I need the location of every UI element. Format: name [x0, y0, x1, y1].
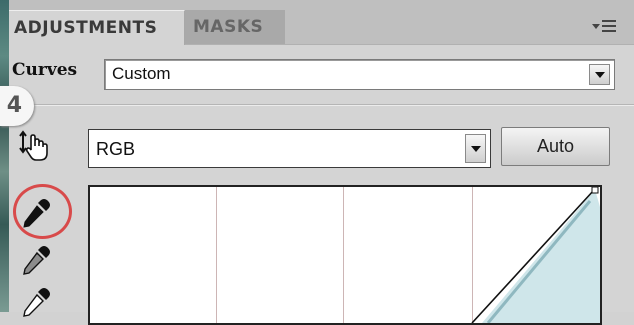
- channel-value: RGB: [96, 139, 136, 159]
- chevron-down-icon: [594, 71, 605, 78]
- eyedropper-white-icon[interactable]: [18, 284, 54, 320]
- highlight-ring: [13, 184, 72, 239]
- background-image-strip: [0, 0, 9, 312]
- chevron-down-icon: [470, 145, 481, 152]
- panel-menu-bar-1: [602, 20, 616, 22]
- preset-dropdown-button[interactable]: [589, 64, 610, 85]
- adjustments-panel: ADJUSTMENTS MASKS Curves Custom 4 RGB Au…: [0, 0, 634, 325]
- curves-graph[interactable]: [88, 185, 602, 325]
- step-badge: 4: [0, 86, 34, 126]
- tab-masks[interactable]: MASKS: [185, 10, 285, 44]
- panel-tab-bar: ADJUSTMENTS MASKS: [9, 0, 634, 45]
- preset-dropdown[interactable]: Custom: [104, 59, 615, 90]
- channel-dropdown-button[interactable]: [465, 134, 486, 163]
- panel-separator: [9, 104, 634, 106]
- curves-label: Curves: [12, 60, 78, 80]
- eyedropper-gray-icon[interactable]: [18, 242, 54, 278]
- tab-adjustments[interactable]: ADJUSTMENTS: [9, 10, 185, 45]
- curve-endpoint[interactable]: [591, 187, 599, 194]
- panel-menu-triangle: [592, 24, 600, 29]
- panel-menu-bar-3: [602, 30, 616, 32]
- auto-button[interactable]: Auto: [501, 127, 610, 166]
- curve-canvas: [471, 187, 600, 323]
- panel-menu-icon[interactable]: [592, 17, 620, 37]
- panel-menu-bar-2: [602, 25, 616, 27]
- on-image-adjust-hand-icon[interactable]: [18, 128, 54, 164]
- preset-value: Custom: [112, 64, 171, 83]
- channel-dropdown[interactable]: RGB: [88, 129, 491, 168]
